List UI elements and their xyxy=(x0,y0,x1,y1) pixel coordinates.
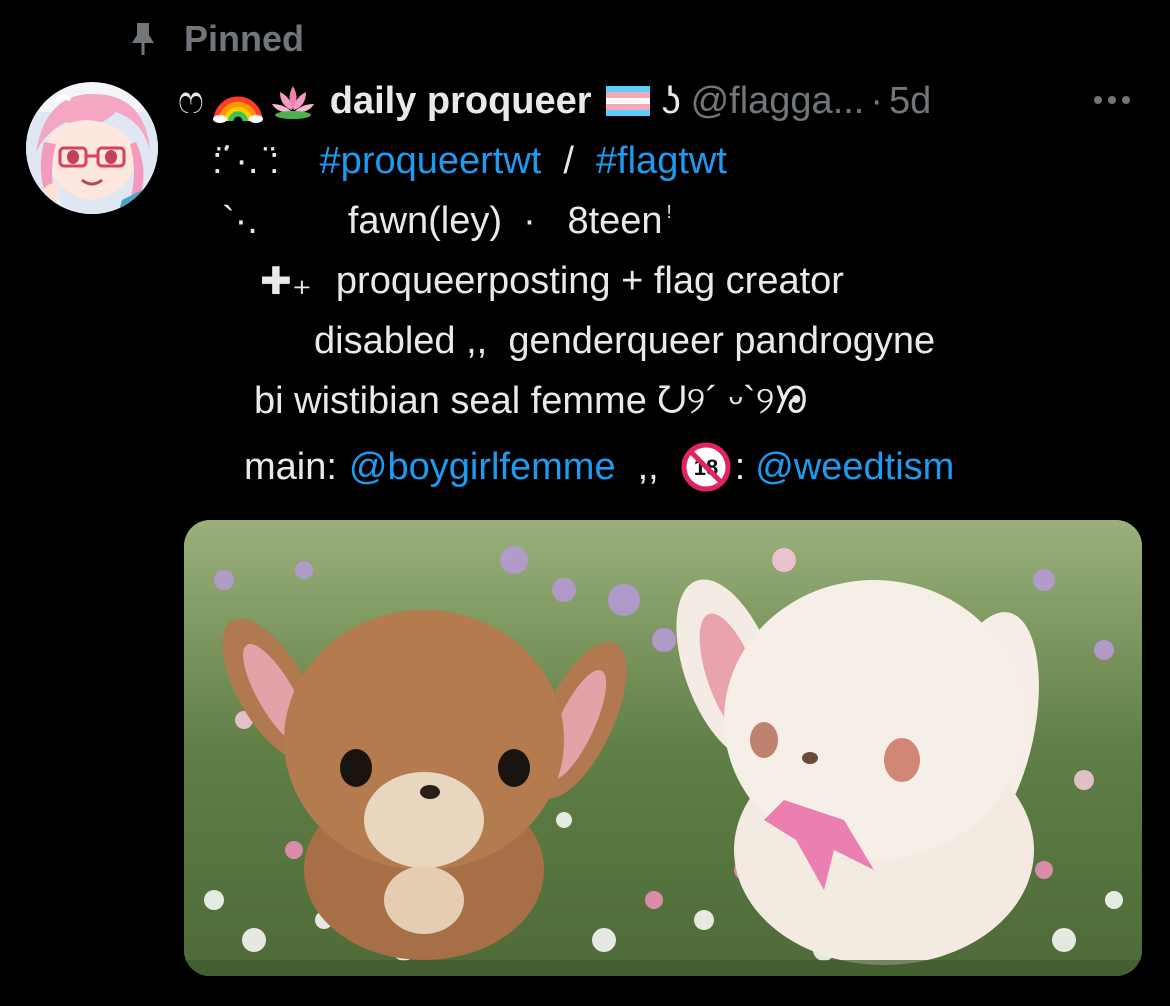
bio-identity: disabled ,, genderqueer pandrogyne xyxy=(314,319,936,362)
alt-account-link[interactable]: @weedtism xyxy=(755,446,954,489)
bio-colon: : xyxy=(734,445,746,488)
trans-flag-icon xyxy=(605,86,650,116)
bio-name-age: fawn(ley) · 8teen xyxy=(347,199,663,242)
anime-girl-avatar xyxy=(26,82,158,214)
plush-bunnies-photo xyxy=(184,520,1142,976)
display-name[interactable]: daily proqueer xyxy=(330,80,592,123)
hashtag-proqueertwt[interactable]: #proqueertwt xyxy=(320,140,542,183)
header-deco-close: ʖ xyxy=(661,79,681,122)
avatar[interactable] xyxy=(26,82,158,214)
bio-line-identity: disabled ,, genderqueer pandrogyne xyxy=(314,316,935,366)
bio-line-name-age: `·. fawn(ley) · 8teen ! xyxy=(222,196,672,246)
user-handle[interactable]: @flagga... xyxy=(691,80,865,123)
18-plus-icon: 18 xyxy=(681,442,731,492)
hashtag-flagtwt[interactable]: #flagtwt xyxy=(596,140,727,183)
header-separator: · xyxy=(870,79,884,122)
bio-deco: ✚₊ xyxy=(260,260,312,303)
bio-labels: bi wistibian seal femme ᘢ୨´ ᵕ`୨ᘠ xyxy=(254,379,808,422)
bio-mark: ! xyxy=(666,202,672,222)
rainbow-icon xyxy=(212,79,264,123)
timestamp[interactable]: 5d xyxy=(889,80,931,123)
header-deco-open: ෆ xyxy=(178,79,204,122)
bio-line-accounts: main: @boygirlfemme ,, 18 : @weedtism xyxy=(244,442,954,492)
bio-slash: / xyxy=(563,139,574,182)
bio-commas: ,, xyxy=(637,445,659,488)
pinned-indicator: Pinned xyxy=(128,14,304,64)
tweet-header: ෆ daily proqueer ʖ @flagga... · 5d xyxy=(178,74,931,128)
bio-main-label: main: xyxy=(244,445,337,488)
main-account-link[interactable]: @boygirlfemme xyxy=(349,446,616,489)
bio-posting: proqueerposting + flag creator xyxy=(335,259,844,302)
bio-line-hashtags: :̈˙·. ̈: #proqueertwt / #flagtwt xyxy=(212,136,727,186)
bio-deco: `·. xyxy=(222,199,258,242)
pin-icon xyxy=(128,21,158,57)
bio-deco: :̈˙·. ̈: xyxy=(212,139,280,182)
tweet-media[interactable] xyxy=(184,520,1142,976)
bio-line-labels: bi wistibian seal femme ᘢ୨´ ᵕ`୨ᘠ xyxy=(254,376,808,426)
lotus-icon xyxy=(270,82,316,120)
bio-line-posting: ✚₊ proqueerposting + flag creator xyxy=(260,256,844,306)
ellipsis-icon[interactable] xyxy=(1094,90,1138,110)
pinned-label: Pinned xyxy=(184,18,305,59)
